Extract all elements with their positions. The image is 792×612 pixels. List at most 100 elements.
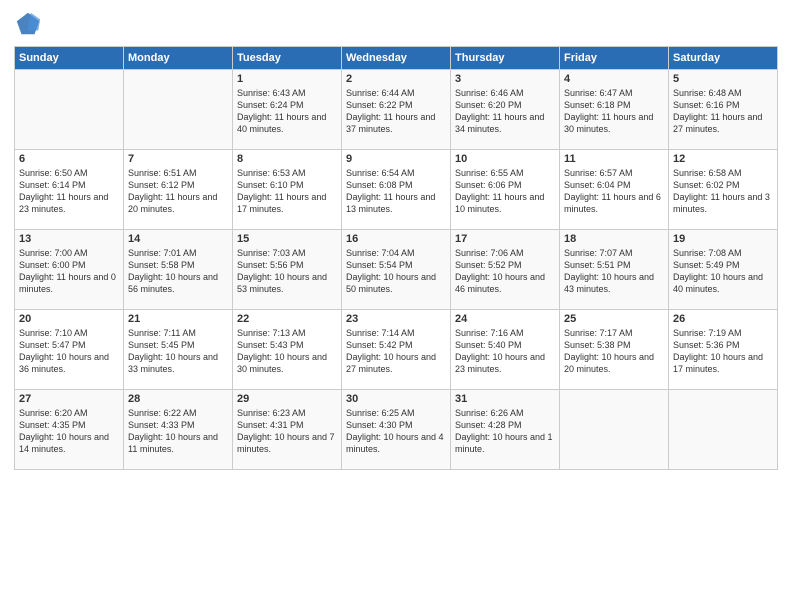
day-content: Sunrise: 6:44 AM Sunset: 6:22 PM Dayligh… (346, 87, 446, 136)
day-number: 15 (237, 233, 337, 245)
page: SundayMondayTuesdayWednesdayThursdayFrid… (0, 0, 792, 612)
calendar-cell: 19Sunrise: 7:08 AM Sunset: 5:49 PM Dayli… (669, 230, 778, 310)
day-content: Sunrise: 6:54 AM Sunset: 6:08 PM Dayligh… (346, 167, 446, 216)
day-content: Sunrise: 7:08 AM Sunset: 5:49 PM Dayligh… (673, 247, 773, 296)
calendar-cell: 23Sunrise: 7:14 AM Sunset: 5:42 PM Dayli… (342, 310, 451, 390)
day-content: Sunrise: 7:10 AM Sunset: 5:47 PM Dayligh… (19, 327, 119, 376)
day-content: Sunrise: 6:58 AM Sunset: 6:02 PM Dayligh… (673, 167, 773, 216)
day-number: 17 (455, 233, 555, 245)
day-number: 4 (564, 73, 664, 85)
calendar-cell: 11Sunrise: 6:57 AM Sunset: 6:04 PM Dayli… (560, 150, 669, 230)
day-number: 2 (346, 73, 446, 85)
day-number: 10 (455, 153, 555, 165)
day-number: 26 (673, 313, 773, 325)
day-number: 1 (237, 73, 337, 85)
calendar-cell: 13 Sunrise: 7:00 AM Sunset: 6:00 PM Dayli… (15, 230, 124, 310)
col-header-thursday: Thursday (451, 47, 560, 70)
calendar-cell (124, 70, 233, 150)
day-number: 29 (237, 393, 337, 405)
day-content: Sunrise: 6:57 AM Sunset: 6:04 PM Dayligh… (564, 167, 664, 216)
day-content: Sunrise: 7:19 AM Sunset: 5:36 PM Dayligh… (673, 327, 773, 376)
col-header-saturday: Saturday (669, 47, 778, 70)
calendar-cell: 2 Sunrise: 6:44 AM Sunset: 6:22 PM Daylig… (342, 70, 451, 150)
week-row-2: 13 Sunrise: 7:00 AM Sunset: 6:00 PM Dayli… (15, 230, 778, 310)
calendar-cell: 12 Sunrise: 6:58 AM Sunset: 6:02 PM Dayli… (669, 150, 778, 230)
calendar-cell: 31Sunrise: 6:26 AM Sunset: 4:28 PM Dayli… (451, 390, 560, 470)
day-content: Sunrise: 6:46 AM Sunset: 6:20 PM Dayligh… (455, 87, 555, 136)
day-number: 25 (564, 313, 664, 325)
calendar-cell: 24 Sunrise: 7:16 AM Sunset: 5:40 PM Dayli… (451, 310, 560, 390)
day-content: Sunrise: 7:00 AM Sunset: 6:00 PM Dayligh… (19, 247, 119, 296)
calendar-cell: 16 Sunrise: 7:04 AM Sunset: 5:54 PM Dayli… (342, 230, 451, 310)
calendar-cell: 26 Sunrise: 7:19 AM Sunset: 5:36 PM Dayli… (669, 310, 778, 390)
calendar-cell: 9 Sunrise: 6:54 AM Sunset: 6:08 PM Daylig… (342, 150, 451, 230)
day-content: Sunrise: 6:25 AM Sunset: 4:30 PM Dayligh… (346, 407, 446, 456)
day-number: 9 (346, 153, 446, 165)
day-number: 22 (237, 313, 337, 325)
calendar-cell: 14Sunrise: 7:01 AM Sunset: 5:58 PM Dayli… (124, 230, 233, 310)
calendar-cell: 25 Sunrise: 7:17 AM Sunset: 5:38 PM Dayli… (560, 310, 669, 390)
day-content: Sunrise: 6:22 AM Sunset: 4:33 PM Dayligh… (128, 407, 228, 456)
calendar-cell (669, 390, 778, 470)
day-content: Sunrise: 6:43 AM Sunset: 6:24 PM Dayligh… (237, 87, 337, 136)
calendar-cell: 21Sunrise: 7:11 AM Sunset: 5:45 PM Dayli… (124, 310, 233, 390)
logo-icon (14, 10, 42, 38)
calendar-cell: 3 Sunrise: 6:46 AM Sunset: 6:20 PM Daylig… (451, 70, 560, 150)
calendar-cell: 1 Sunrise: 6:43 AM Sunset: 6:24 PM Daylig… (233, 70, 342, 150)
day-content: Sunrise: 6:26 AM Sunset: 4:28 PM Dayligh… (455, 407, 555, 456)
day-number: 3 (455, 73, 555, 85)
day-content: Sunrise: 6:55 AM Sunset: 6:06 PM Dayligh… (455, 167, 555, 216)
day-number: 8 (237, 153, 337, 165)
day-content: Sunrise: 7:04 AM Sunset: 5:54 PM Dayligh… (346, 247, 446, 296)
day-number: 13 (19, 233, 119, 245)
calendar-cell: 20 Sunrise: 7:10 AM Sunset: 5:47 PM Dayli… (15, 310, 124, 390)
calendar-cell: 17 Sunrise: 7:06 AM Sunset: 5:52 PM Dayli… (451, 230, 560, 310)
day-number: 14 (128, 233, 228, 245)
col-header-monday: Monday (124, 47, 233, 70)
day-content: Sunrise: 6:20 AM Sunset: 4:35 PM Dayligh… (19, 407, 119, 456)
day-number: 16 (346, 233, 446, 245)
calendar-cell (560, 390, 669, 470)
day-number: 24 (455, 313, 555, 325)
header (14, 10, 778, 38)
calendar-cell: 5Sunrise: 6:48 AM Sunset: 6:16 PM Daylig… (669, 70, 778, 150)
week-row-1: 6 Sunrise: 6:50 AM Sunset: 6:14 PM Daylig… (15, 150, 778, 230)
header-row: SundayMondayTuesdayWednesdayThursdayFrid… (15, 47, 778, 70)
day-content: Sunrise: 7:11 AM Sunset: 5:45 PM Dayligh… (128, 327, 228, 376)
day-content: Sunrise: 6:23 AM Sunset: 4:31 PM Dayligh… (237, 407, 337, 456)
calendar-cell: 15 Sunrise: 7:03 AM Sunset: 5:56 PM Dayli… (233, 230, 342, 310)
day-number: 6 (19, 153, 119, 165)
day-content: Sunrise: 6:48 AM Sunset: 6:16 PM Dayligh… (673, 87, 773, 136)
day-number: 12 (673, 153, 773, 165)
day-content: Sunrise: 7:06 AM Sunset: 5:52 PM Dayligh… (455, 247, 555, 296)
day-number: 7 (128, 153, 228, 165)
calendar-cell: 29 Sunrise: 6:23 AM Sunset: 4:31 PM Dayli… (233, 390, 342, 470)
calendar-cell: 28 Sunrise: 6:22 AM Sunset: 4:33 PM Dayli… (124, 390, 233, 470)
day-number: 30 (346, 393, 446, 405)
day-number: 23 (346, 313, 446, 325)
calendar-cell: 4 Sunrise: 6:47 AM Sunset: 6:18 PM Daylig… (560, 70, 669, 150)
col-header-friday: Friday (560, 47, 669, 70)
day-content: Sunrise: 6:53 AM Sunset: 6:10 PM Dayligh… (237, 167, 337, 216)
day-number: 20 (19, 313, 119, 325)
day-content: Sunrise: 7:13 AM Sunset: 5:43 PM Dayligh… (237, 327, 337, 376)
week-row-4: 27 Sunrise: 6:20 AM Sunset: 4:35 PM Dayli… (15, 390, 778, 470)
day-content: Sunrise: 7:07 AM Sunset: 5:51 PM Dayligh… (564, 247, 664, 296)
calendar-cell: 8 Sunrise: 6:53 AM Sunset: 6:10 PM Daylig… (233, 150, 342, 230)
calendar-cell: 18 Sunrise: 7:07 AM Sunset: 5:51 PM Dayli… (560, 230, 669, 310)
day-number: 27 (19, 393, 119, 405)
day-content: Sunrise: 6:50 AM Sunset: 6:14 PM Dayligh… (19, 167, 119, 216)
calendar-cell (15, 70, 124, 150)
day-number: 28 (128, 393, 228, 405)
col-header-wednesday: Wednesday (342, 47, 451, 70)
day-number: 18 (564, 233, 664, 245)
day-content: Sunrise: 7:03 AM Sunset: 5:56 PM Dayligh… (237, 247, 337, 296)
week-row-0: 1 Sunrise: 6:43 AM Sunset: 6:24 PM Daylig… (15, 70, 778, 150)
week-row-3: 20 Sunrise: 7:10 AM Sunset: 5:47 PM Dayli… (15, 310, 778, 390)
day-content: Sunrise: 7:16 AM Sunset: 5:40 PM Dayligh… (455, 327, 555, 376)
day-content: Sunrise: 7:17 AM Sunset: 5:38 PM Dayligh… (564, 327, 664, 376)
calendar-cell: 30 Sunrise: 6:25 AM Sunset: 4:30 PM Dayli… (342, 390, 451, 470)
calendar-cell: 22 Sunrise: 7:13 AM Sunset: 5:43 PM Dayli… (233, 310, 342, 390)
calendar-cell: 10 Sunrise: 6:55 AM Sunset: 6:06 PM Dayli… (451, 150, 560, 230)
day-content: Sunrise: 6:47 AM Sunset: 6:18 PM Dayligh… (564, 87, 664, 136)
